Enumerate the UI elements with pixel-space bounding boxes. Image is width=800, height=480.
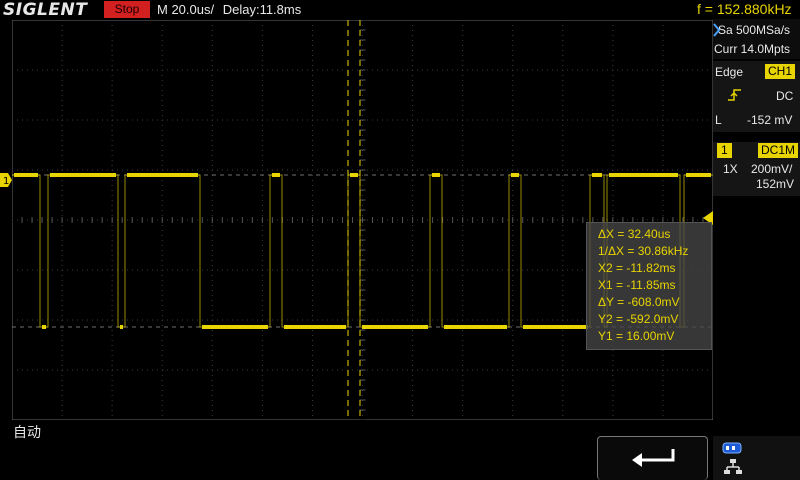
run-stop-badge[interactable]: Stop — [104, 1, 150, 18]
network-icon — [724, 459, 742, 474]
waveform-display[interactable] — [12, 20, 713, 420]
trigger-level-label: L — [715, 113, 722, 127]
connectivity-status — [713, 436, 800, 480]
sample-rate: Sa 500MSa/s — [718, 23, 791, 37]
channel1-panel[interactable]: 1 DC1M 1X 200mV/ 152mV — [713, 142, 800, 196]
cursor-y1-value: Y1 = 16.00mV — [598, 329, 675, 343]
cursor-delta-x: ΔX = 32.40us — [598, 227, 671, 241]
channel1-scale: 200mV/ — [751, 162, 793, 176]
cursor-x2-value: X2 = -11.82ms — [598, 261, 676, 275]
channel1-probe: 1X — [723, 162, 738, 176]
trigger-frequency: f = 152.880kHz — [697, 1, 792, 17]
memory-depth: Curr 14.0Mpts — [714, 42, 791, 56]
cursor-y2-value: Y2 = -592.0mV — [598, 312, 679, 326]
cursor-inverse-delta-x: 1/ΔX = 30.86kHz — [598, 244, 689, 258]
trigger-panel[interactable]: Edge CH1 DC L -152 mV — [713, 61, 800, 132]
trigger-type: Edge — [715, 65, 744, 79]
timebase-readout[interactable]: M 20.0us/ Delay:11.8ms — [157, 2, 301, 17]
channel1-number: 1 — [717, 143, 732, 158]
rising-edge-icon — [728, 89, 741, 101]
channel1-marker-label: 1 — [3, 176, 9, 187]
back-button[interactable] — [597, 436, 708, 480]
trigger-mode[interactable]: 自动 — [13, 422, 41, 442]
acquisition-panel[interactable]: Sa 500MSa/s Curr 14.0Mpts — [713, 19, 800, 59]
trigger-coupling: DC — [776, 89, 794, 103]
channel1-level-marker[interactable]: 1 — [0, 173, 12, 187]
return-arrow-icon — [632, 449, 675, 467]
cursor-x1-value: X1 = -11.85ms — [598, 278, 676, 292]
trigger-level: -152 mV — [747, 113, 793, 127]
delay-value: Delay:11.8ms — [222, 2, 302, 17]
channel1-offset: 152mV — [756, 177, 795, 191]
usb-icon — [722, 442, 742, 454]
brand-logo: SIGLENT — [3, 0, 88, 20]
channel1-coupling: DC1M — [758, 143, 799, 158]
cursor-delta-y: ΔY = -608.0mV — [598, 295, 680, 309]
timebase-value: M 20.0us/ — [157, 2, 215, 17]
trigger-source: CH1 — [765, 64, 796, 79]
cursor-measurement-box: ΔX = 32.40us 1/ΔX = 30.86kHz X2 = -11.82… — [586, 222, 712, 350]
